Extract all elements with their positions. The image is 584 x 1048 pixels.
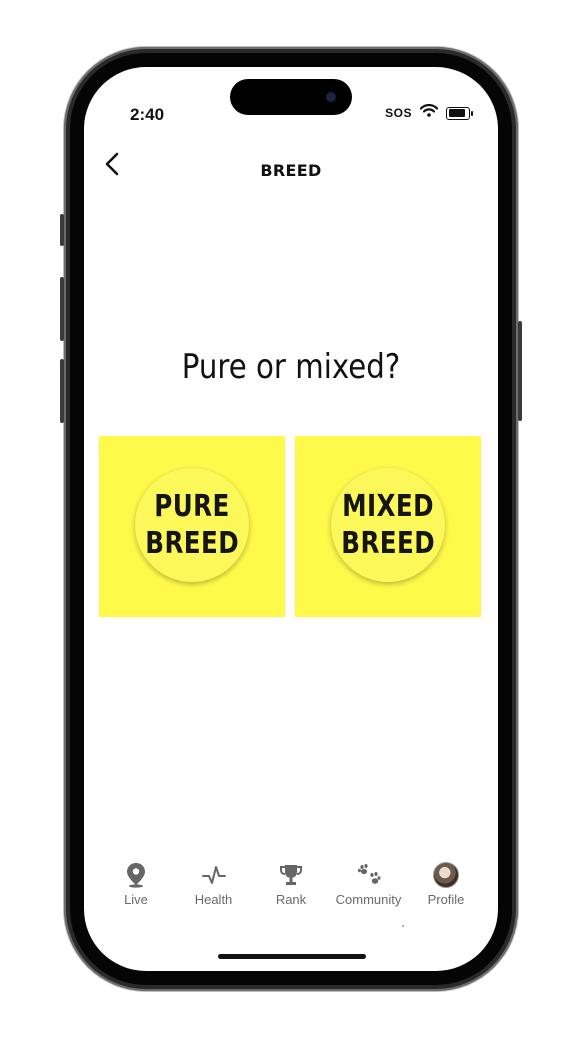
trophy-icon <box>278 862 304 888</box>
profile-avatar-wrap <box>433 862 459 888</box>
volume-down-button <box>60 359 64 423</box>
phone-frame: 2:40 SOS BREED Pure or mixed? PURE BREED… <box>60 47 522 991</box>
tab-live-label: Live <box>124 892 148 907</box>
battery-icon <box>446 106 473 120</box>
action-button <box>60 214 64 246</box>
home-indicator[interactable] <box>218 954 366 959</box>
question-heading: Pure or mixed? <box>181 347 401 387</box>
avatar <box>433 862 459 888</box>
tab-profile-label: Profile <box>427 892 465 907</box>
screen: 2:40 SOS BREED Pure or mixed? PURE BREED… <box>84 67 498 971</box>
tab-live[interactable]: Live <box>98 862 174 922</box>
status-time: 2:40 <box>130 105 165 124</box>
pure-breed-line1: PURE <box>154 489 230 524</box>
tab-rank[interactable]: Rank <box>253 862 329 922</box>
camera-icon <box>326 92 336 102</box>
pure-breed-option[interactable]: PURE BREED <box>99 436 285 617</box>
page-dot <box>402 925 404 927</box>
paw-prints-icon <box>356 862 382 888</box>
pulse-icon <box>201 862 227 888</box>
wifi-icon <box>419 104 439 122</box>
pure-breed-badge: PURE BREED <box>135 468 249 582</box>
power-button <box>518 321 522 421</box>
tab-community[interactable]: Community <box>331 862 407 922</box>
mixed-breed-option[interactable]: MIXED BREED <box>295 436 481 617</box>
status-icons: SOS <box>385 104 473 122</box>
pure-breed-line2: BREED <box>145 526 239 561</box>
mixed-breed-badge: MIXED BREED <box>331 468 445 582</box>
tab-bar: Live Health Rank Community Profile <box>84 862 498 922</box>
dynamic-island <box>230 79 352 115</box>
page-title: BREED <box>260 161 322 180</box>
tab-health[interactable]: Health <box>176 862 252 922</box>
mixed-breed-line1: MIXED <box>342 489 434 524</box>
tab-community-label: Community <box>335 892 402 907</box>
tab-profile[interactable]: Profile <box>408 862 484 922</box>
sos-indicator: SOS <box>385 106 412 120</box>
volume-up-button <box>60 277 64 341</box>
mixed-breed-line2: BREED <box>341 526 435 561</box>
tab-rank-label: Rank <box>275 892 307 907</box>
location-pin-icon <box>123 862 149 888</box>
tab-health-label: Health <box>194 892 233 907</box>
